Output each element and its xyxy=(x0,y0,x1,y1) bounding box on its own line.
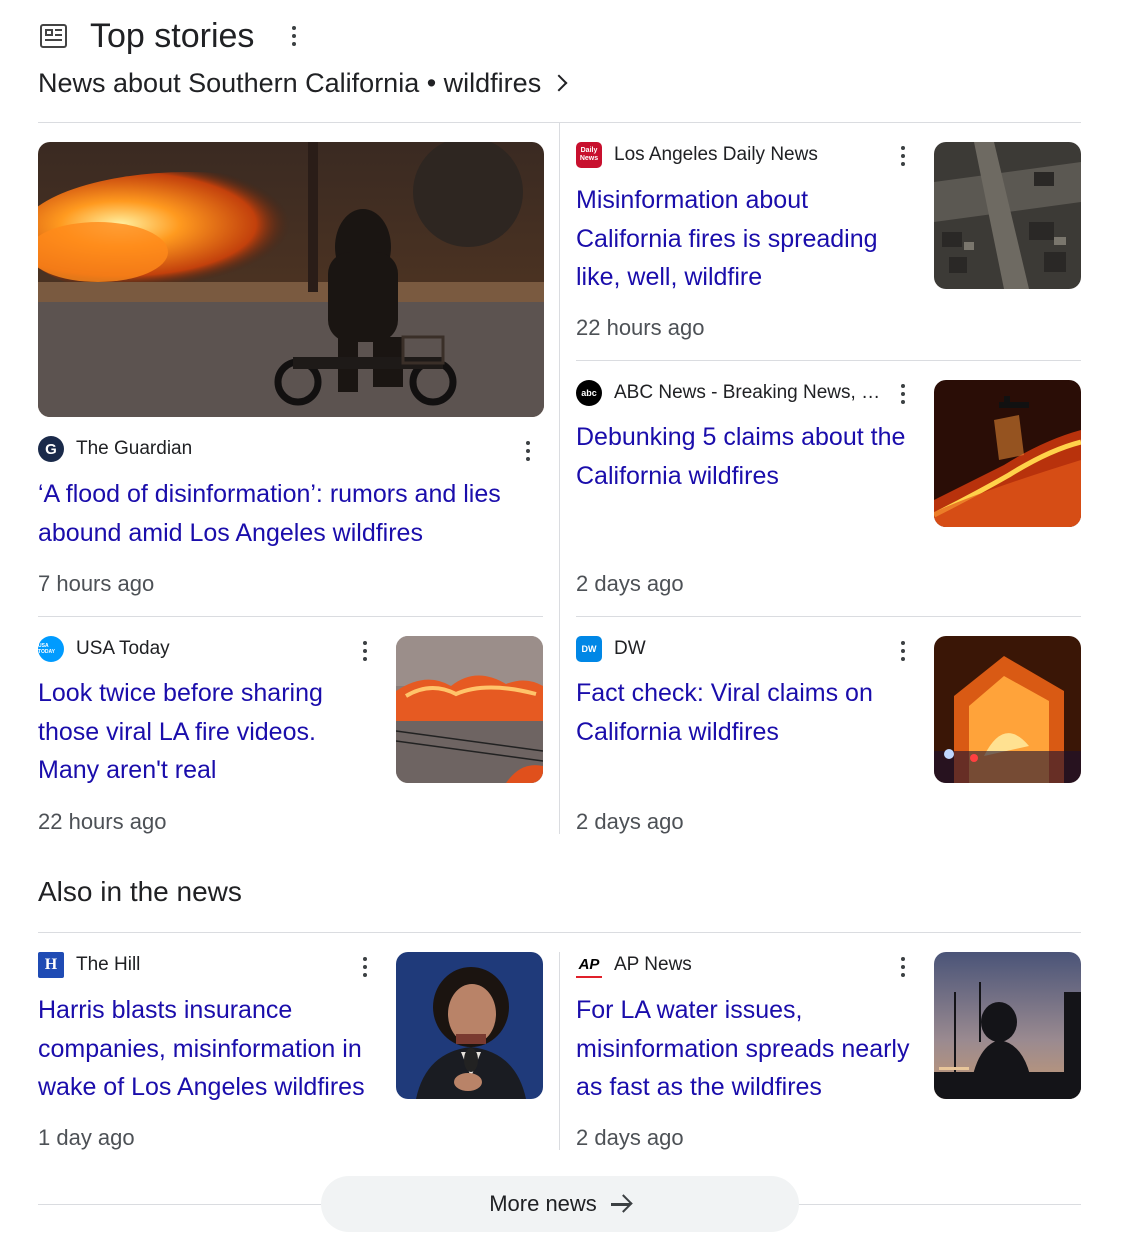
section-title: Top stories xyxy=(90,17,255,55)
story-time: 22 hours ago xyxy=(576,315,705,340)
story-thumbnail[interactable] xyxy=(396,952,543,1099)
more-options-icon[interactable] xyxy=(526,441,530,461)
more-options-icon[interactable] xyxy=(363,957,367,977)
story-thumbnail[interactable] xyxy=(934,380,1081,527)
source-name: The Guardian xyxy=(76,438,193,459)
story-source[interactable]: DW DW xyxy=(576,636,646,662)
source-name: Los Angeles Daily News xyxy=(614,144,818,165)
divider xyxy=(576,616,1081,617)
story-headline[interactable]: Look twice before sharing those viral LA… xyxy=(38,674,368,790)
story-thumbnail[interactable] xyxy=(934,952,1081,1099)
source-name: AP News xyxy=(614,954,692,975)
story-image[interactable] xyxy=(38,142,544,417)
story-time: 2 days ago xyxy=(576,571,684,596)
newspaper-icon xyxy=(40,24,67,48)
divider xyxy=(38,932,1081,933)
story-headline[interactable]: Fact check: Viral claims on California w… xyxy=(576,674,916,751)
story-source[interactable]: abc ABC News - Breaking News, … xyxy=(576,380,880,406)
story-time: 22 hours ago xyxy=(38,809,167,834)
guardian-logo-icon: G xyxy=(38,436,64,462)
story-source[interactable]: H The Hill xyxy=(38,952,140,978)
topic-label: News about Southern California • wildfir… xyxy=(38,68,542,98)
column-divider xyxy=(559,122,560,834)
also-in-news-title: Also in the news xyxy=(38,876,242,907)
story-time: 1 day ago xyxy=(38,1125,135,1150)
story-headline[interactable]: Misinformation about California fires is… xyxy=(576,181,916,297)
more-news-label: More news xyxy=(489,1191,597,1216)
source-name: DW xyxy=(614,638,646,659)
ap-news-logo-icon: AP xyxy=(576,952,602,978)
topic-link[interactable]: News about Southern California • wildfir… xyxy=(38,66,568,100)
story-time: 2 days ago xyxy=(576,809,684,834)
story-thumbnail[interactable] xyxy=(934,636,1081,783)
story-source[interactable]: G The Guardian xyxy=(38,436,192,462)
story-source[interactable]: Daily News Los Angeles Daily News xyxy=(576,142,818,168)
divider xyxy=(38,616,543,617)
story-headline[interactable]: Debunking 5 claims about the California … xyxy=(576,418,921,495)
story-headline[interactable]: For LA water issues, misinformation spre… xyxy=(576,991,926,1107)
more-options-icon[interactable] xyxy=(363,641,367,661)
story-thumbnail[interactable] xyxy=(396,636,543,783)
abc-news-logo-icon: abc xyxy=(576,380,602,406)
dw-logo-icon: DW xyxy=(576,636,602,662)
story-source[interactable]: USA TODAY USA Today xyxy=(38,636,170,662)
more-news-button[interactable]: More news xyxy=(321,1176,799,1232)
story-thumbnail[interactable] xyxy=(934,142,1081,289)
column-divider xyxy=(559,952,560,1150)
story-time: 7 hours ago xyxy=(38,571,155,596)
source-name: ABC News - Breaking News, … xyxy=(614,382,881,403)
usa-today-logo-icon: USA TODAY xyxy=(38,636,64,662)
more-options-icon[interactable] xyxy=(901,384,905,404)
top-stories-header: Top stories xyxy=(38,14,1081,58)
source-name: The Hill xyxy=(76,954,141,975)
arrow-right-icon xyxy=(610,1194,633,1214)
story-headline[interactable]: Harris blasts insurance companies, misin… xyxy=(38,991,380,1107)
story-time: 2 days ago xyxy=(576,1125,684,1150)
chevron-right-icon xyxy=(550,74,568,92)
story-source[interactable]: AP AP News xyxy=(576,952,692,978)
daily-news-logo-icon: Daily News xyxy=(576,142,602,168)
more-options-icon[interactable] xyxy=(901,641,905,661)
the-hill-logo-icon: H xyxy=(38,952,64,978)
more-options-icon[interactable] xyxy=(901,957,905,977)
divider xyxy=(576,360,1081,361)
source-name: USA Today xyxy=(76,638,170,659)
story-headline[interactable]: ‘A flood of disinformation’: rumors and … xyxy=(38,475,538,552)
more-options-icon[interactable] xyxy=(292,26,296,46)
more-options-icon[interactable] xyxy=(901,146,905,166)
